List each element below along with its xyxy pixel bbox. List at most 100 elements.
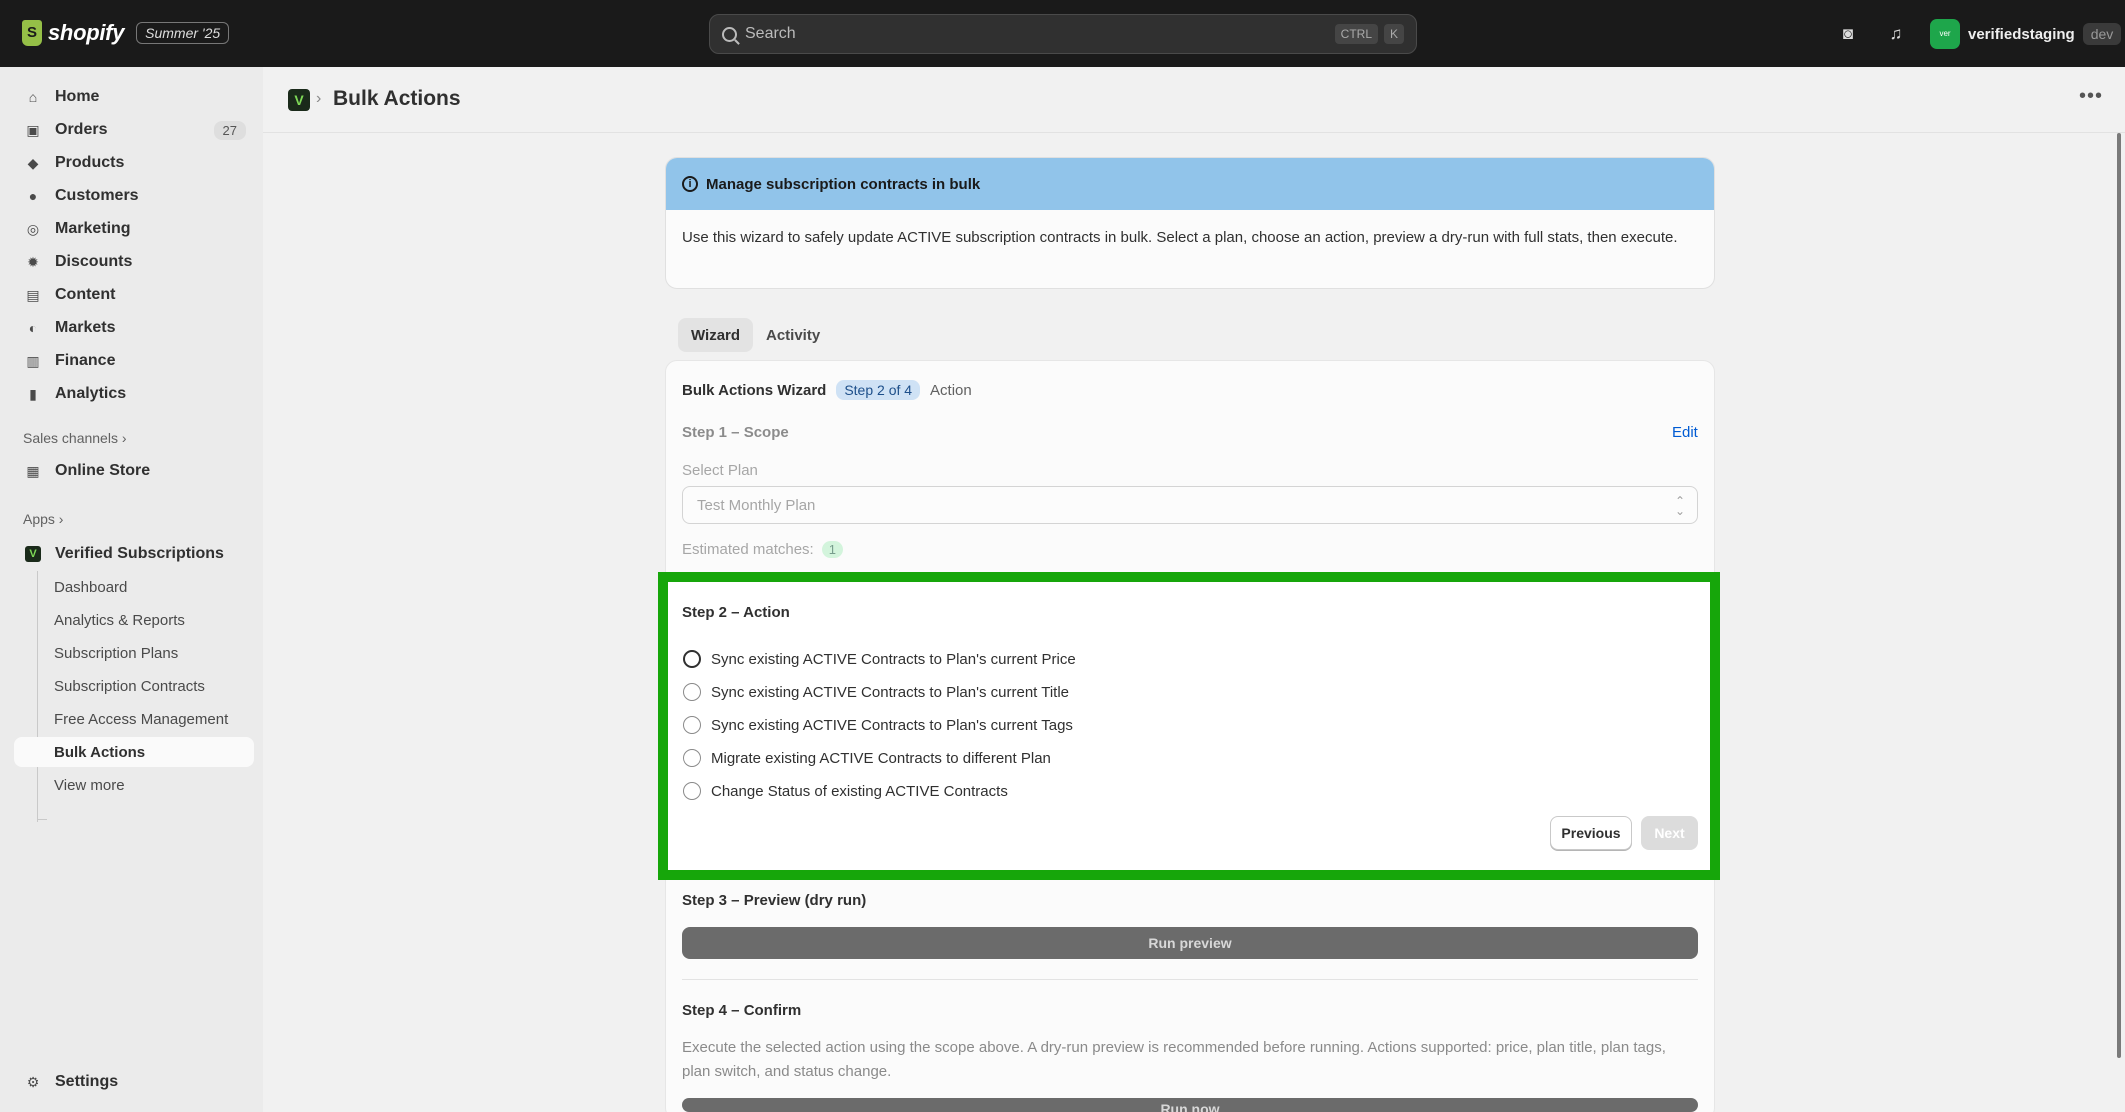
estimated-matches: Estimated matches: 1 (682, 541, 843, 558)
step4-heading: Step 4 – Confirm (682, 1002, 802, 1019)
edit-scope-link[interactable]: Edit (1672, 424, 1698, 441)
wizard-title-row: Bulk Actions Wizard Step 2 of 4 Action (682, 380, 972, 400)
sidebar-item-online-store[interactable]: ▦ Online Store (14, 456, 254, 486)
sidebar-item-label: Orders (55, 121, 108, 138)
gear-icon: ⚙ (26, 1074, 40, 1090)
radio-button[interactable] (683, 782, 701, 800)
store-avatar: ver (1930, 19, 1960, 49)
tab-wizard[interactable]: Wizard (678, 318, 754, 352)
store-icon: ▦ (26, 463, 40, 479)
banner-body: Use this wizard to safely update ACTIVE … (682, 229, 1678, 246)
home-icon: ⌂ (28, 89, 38, 105)
tab-activity[interactable]: Activity (753, 318, 833, 352)
action-option-sync-price[interactable]: Sync existing ACTIVE Contracts to Plan's… (683, 650, 1076, 668)
action-option-sync-title[interactable]: Sync existing ACTIVE Contracts to Plan's… (683, 683, 1069, 701)
option-label: Sync existing ACTIVE Contracts to Plan's… (711, 716, 1073, 734)
option-label: Migrate existing ACTIVE Contracts to dif… (711, 749, 1051, 767)
store-menu[interactable]: ver verifiedstaging dev (1930, 19, 2122, 49)
bell-icon[interactable]: ♫ (1886, 24, 1906, 44)
select-caret-icon: ⌃ ⌄ (1674, 494, 1685, 518)
target-icon: ◎ (26, 221, 40, 237)
sidebar-item-home[interactable]: ⌂ Home (14, 82, 254, 112)
info-icon: i (682, 176, 698, 192)
sidebar-item-label: Verified Subscriptions (55, 545, 224, 562)
logo-text: shopify (48, 20, 125, 45)
sidebar-item-label: Customers (55, 187, 139, 204)
person-icon: ● (28, 188, 38, 204)
option-label: Change Status of existing ACTIVE Contrac… (711, 782, 1008, 800)
sidebar-sub-dashboard[interactable]: Dashboard (54, 572, 254, 602)
plan-select[interactable]: Test Monthly Plan ⌃ ⌄ (682, 486, 1698, 524)
run-preview-button[interactable]: Run preview (682, 927, 1698, 959)
discount-icon: ✹ (27, 254, 39, 270)
globe-icon: ◐ (28, 320, 38, 336)
store-name: verifiedstaging (1968, 25, 2075, 43)
sidebar-sub-subscription-plans[interactable]: Subscription Plans (54, 638, 254, 668)
shopify-logo[interactable]: shopify Summer '25 (22, 20, 230, 46)
divider (682, 979, 1698, 980)
sidebar-item-label: Home (55, 88, 100, 105)
sidebar-sub-bulk-actions[interactable]: Bulk Actions (14, 737, 254, 767)
action-option-sync-tags[interactable]: Sync existing ACTIVE Contracts to Plan's… (683, 716, 1073, 734)
step3-heading: Step 3 – Preview (dry run) (682, 892, 867, 909)
page-title: Bulk Actions (333, 87, 461, 110)
apps-link[interactable]: Apps › (23, 511, 63, 527)
sidebar-item-label: Discounts (55, 253, 133, 270)
sidebar-item-orders[interactable]: ▣ Orders 27 (14, 115, 254, 145)
sidebar-item-finance[interactable]: ▥ Finance (14, 346, 254, 376)
section-label-text: Sales channels (23, 430, 118, 446)
sidebar-sub-analytics-reports[interactable]: Analytics & Reports (54, 605, 254, 635)
content-icon: ▤ (26, 287, 40, 303)
chart-icon: ▮ (29, 386, 37, 402)
action-option-migrate-plan[interactable]: Migrate existing ACTIVE Contracts to dif… (683, 749, 1051, 767)
sidebar-item-discounts[interactable]: ✹ Discounts (14, 247, 254, 277)
sidekick-icon[interactable]: ◙ (1838, 24, 1858, 44)
sidebar-item-label: Products (55, 154, 125, 171)
sidebar-item-analytics[interactable]: ▮ Analytics (14, 379, 254, 409)
sidebar-item-customers[interactable]: ● Customers (14, 181, 254, 211)
sidebar-item-content[interactable]: ▤ Content (14, 280, 254, 310)
scrollbar[interactable] (2117, 133, 2121, 1058)
option-label: Sync existing ACTIVE Contracts to Plan's… (711, 650, 1076, 668)
sidebar-item-verified-subscriptions[interactable]: V Verified Subscriptions (14, 539, 254, 569)
shopify-bag-icon (22, 20, 42, 46)
radio-button[interactable] (683, 716, 701, 734)
sidebar-item-label: Finance (55, 352, 116, 369)
sidebar-item-label: Content (55, 286, 116, 303)
sidebar-sub-subscription-contracts[interactable]: Subscription Contracts (54, 671, 254, 701)
step-badge: Step 2 of 4 (836, 380, 921, 400)
sidebar-item-label: Analytics (55, 385, 127, 402)
sidebar-item-label: Markets (55, 319, 116, 336)
radio-button[interactable] (683, 683, 701, 701)
radio-button[interactable] (683, 650, 701, 668)
next-button[interactable]: Next (1641, 816, 1698, 850)
sidebar-item-settings[interactable]: ⚙ Settings (14, 1067, 254, 1097)
bank-icon: ▥ (26, 353, 40, 369)
radio-button[interactable] (683, 749, 701, 767)
banner-title: Manage subscription contracts in bulk (706, 175, 981, 193)
action-option-change-status[interactable]: Change Status of existing ACTIVE Contrac… (683, 782, 1008, 800)
run-now-button[interactable]: Run now (682, 1098, 1698, 1112)
sidebar-sub-view-more[interactable]: View more (54, 770, 254, 800)
sidebar-item-label: Online Store (55, 462, 151, 479)
page-header: V › Bulk Actions ••• (263, 67, 2125, 133)
banner-header: i Manage subscription contracts in bulk (666, 158, 1714, 210)
tree-line (37, 571, 38, 822)
search-icon (722, 26, 737, 42)
matches-count-badge: 1 (821, 541, 843, 558)
app-logo-icon[interactable]: V (288, 89, 310, 111)
more-options-icon[interactable]: ••• (2079, 85, 2103, 108)
sidebar-item-marketing[interactable]: ◎ Marketing (14, 214, 254, 244)
sidebar-sub-free-access-management[interactable]: Free Access Management (54, 704, 254, 734)
step2-heading: Step 2 – Action (682, 604, 790, 621)
edition-badge: Summer '25 (136, 22, 230, 44)
shortcut-k-key: K (1383, 24, 1404, 44)
sidebar-item-products[interactable]: ◆ Products (14, 148, 254, 178)
search-placeholder: Search (745, 25, 796, 42)
tree-hook (37, 810, 47, 820)
sales-channels-link[interactable]: Sales channels › (23, 430, 127, 446)
sidebar-item-markets[interactable]: ◐ Markets (14, 313, 254, 343)
select-plan-label: Select Plan (682, 462, 758, 479)
search-bar[interactable]: Search CTRL K (709, 14, 1417, 54)
previous-button[interactable]: Previous (1550, 816, 1632, 850)
